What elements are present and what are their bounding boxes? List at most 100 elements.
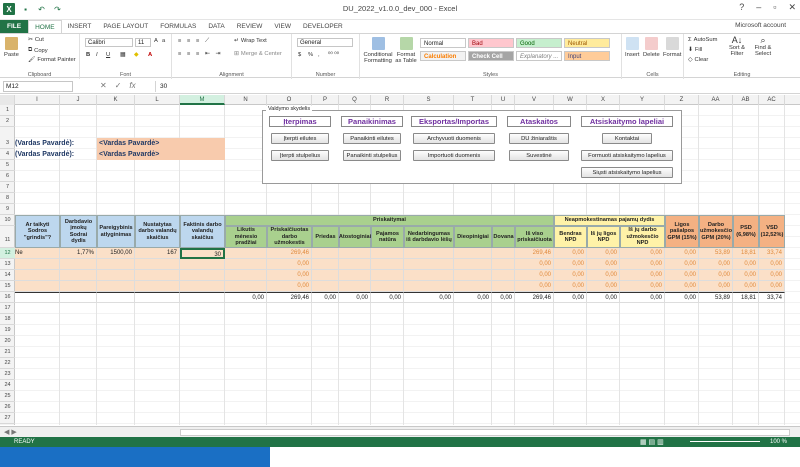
- table-cell[interactable]: 0,00: [404, 292, 454, 303]
- table-cell[interactable]: [180, 259, 225, 270]
- table-cell[interactable]: [135, 259, 180, 270]
- clear-button[interactable]: ◇ Clear: [688, 57, 708, 63]
- table-cell[interactable]: [404, 248, 454, 259]
- table-cell[interactable]: 0,00: [733, 259, 759, 270]
- tab-page-layout[interactable]: PAGE LAYOUT: [97, 20, 154, 33]
- table-cell[interactable]: [312, 259, 339, 270]
- insert-cells-button[interactable]: Insert: [625, 37, 640, 58]
- table-cell[interactable]: 0,00: [371, 292, 404, 303]
- table-cell[interactable]: 0,00: [554, 281, 587, 292]
- vertical-align-icons[interactable]: ≡ ≡ ≡ ⟋: [178, 38, 211, 45]
- table-cell[interactable]: [404, 270, 454, 281]
- column-header[interactable]: P: [312, 95, 339, 105]
- minimize-icon[interactable]: –: [756, 2, 761, 13]
- table-cell[interactable]: [339, 259, 371, 270]
- tab-data[interactable]: DATA: [202, 20, 230, 33]
- table-cell[interactable]: [180, 270, 225, 281]
- table-cell[interactable]: 33,74: [759, 292, 785, 303]
- row-header[interactable]: 2: [0, 116, 15, 127]
- table-cell[interactable]: [60, 292, 97, 303]
- number-format-combo[interactable]: General: [297, 38, 353, 47]
- autosum-button[interactable]: Σ AutoSum: [688, 37, 717, 43]
- account-link[interactable]: Microsoft account: [735, 22, 786, 29]
- table-cell[interactable]: 0,00: [699, 281, 733, 292]
- column-header[interactable]: M: [180, 95, 225, 105]
- panel-button[interactable]: Importuoti duomenis: [413, 150, 495, 161]
- table-cell[interactable]: 0,00: [759, 259, 785, 270]
- table-cell[interactable]: [339, 270, 371, 281]
- style-explanatory[interactable]: Explanatory ...: [516, 51, 562, 61]
- table-cell[interactable]: 0,00: [554, 259, 587, 270]
- row-header[interactable]: 27: [0, 413, 15, 424]
- table-cell[interactable]: [15, 259, 60, 270]
- style-neutral[interactable]: Neutral: [564, 38, 610, 48]
- table-cell[interactable]: 0,00: [515, 259, 554, 270]
- find-select-button[interactable]: ⌕ Find & Select: [752, 36, 774, 58]
- table-cell[interactable]: [60, 270, 97, 281]
- style-normal[interactable]: Normal: [420, 38, 466, 48]
- column-header[interactable]: L: [135, 95, 180, 105]
- row-header[interactable]: 14: [0, 270, 15, 281]
- name-value-cell[interactable]: <Vardas Pavardė>: [97, 149, 225, 160]
- row-header[interactable]: 8: [0, 193, 15, 204]
- column-header[interactable]: S: [404, 95, 454, 105]
- percent-button[interactable]: %: [308, 52, 313, 58]
- column-header[interactable]: Y: [620, 95, 665, 105]
- table-cell[interactable]: 0,00: [587, 259, 620, 270]
- row-header[interactable]: 4: [0, 149, 15, 160]
- table-cell[interactable]: [454, 270, 492, 281]
- row-header[interactable]: 5: [0, 160, 15, 171]
- row-header[interactable]: 23: [0, 369, 15, 380]
- currency-icon[interactable]: $: [298, 52, 301, 58]
- column-header[interactable]: N: [225, 95, 267, 105]
- table-cell[interactable]: 167: [135, 248, 180, 259]
- table-cell[interactable]: 0,00: [554, 270, 587, 281]
- table-cell[interactable]: [135, 270, 180, 281]
- tab-view[interactable]: VIEW: [268, 20, 297, 33]
- table-cell[interactable]: 0,00: [759, 270, 785, 281]
- column-header[interactable]: T: [454, 95, 492, 105]
- panel-button[interactable]: Formuoti atsiskaitymo lapelius: [581, 150, 673, 161]
- table-cell[interactable]: [180, 281, 225, 292]
- table-cell[interactable]: 0,00: [665, 259, 699, 270]
- horizontal-scrollbar[interactable]: [180, 429, 790, 436]
- column-header[interactable]: K: [97, 95, 135, 105]
- table-cell[interactable]: [60, 259, 97, 270]
- paste-button[interactable]: Paste: [4, 37, 19, 58]
- table-cell[interactable]: 0,00: [587, 292, 620, 303]
- table-cell[interactable]: 0,00: [665, 270, 699, 281]
- row-header[interactable]: 21: [0, 347, 15, 358]
- maximize-icon[interactable]: ▫: [773, 2, 776, 13]
- table-cell[interactable]: 0,00: [312, 292, 339, 303]
- table-cell[interactable]: 0,00: [665, 248, 699, 259]
- conditional-formatting-button[interactable]: Conditional Formatting: [364, 37, 393, 64]
- view-icons[interactable]: ▦ ▤ ▥: [640, 438, 664, 446]
- help-icon[interactable]: ?: [739, 2, 744, 13]
- table-cell[interactable]: [15, 281, 60, 292]
- table-cell[interactable]: 0,00: [225, 292, 267, 303]
- insert-function-icon[interactable]: fx: [129, 81, 135, 90]
- name-value-cell[interactable]: <Vardas Pavardė>: [97, 138, 225, 149]
- table-cell[interactable]: [492, 281, 515, 292]
- table-cell[interactable]: [339, 281, 371, 292]
- row-header[interactable]: 1: [0, 105, 15, 116]
- table-cell[interactable]: [97, 292, 135, 303]
- table-cell[interactable]: Ne: [15, 248, 60, 259]
- tab-file[interactable]: FILE: [0, 20, 29, 33]
- row-header[interactable]: 26: [0, 402, 15, 413]
- tab-review[interactable]: REVIEW: [231, 20, 269, 33]
- grow-font-icon[interactable]: A: [154, 38, 158, 44]
- table-cell[interactable]: [454, 281, 492, 292]
- tab-home[interactable]: HOME: [28, 20, 62, 33]
- table-cell[interactable]: [225, 248, 267, 259]
- table-cell[interactable]: [312, 248, 339, 259]
- table-cell[interactable]: [135, 292, 180, 303]
- row-header[interactable]: 17: [0, 303, 15, 314]
- table-cell[interactable]: 0,00: [587, 281, 620, 292]
- style-check-cell[interactable]: Check Cell: [468, 51, 514, 61]
- table-cell[interactable]: [225, 259, 267, 270]
- table-cell[interactable]: [60, 281, 97, 292]
- row-header[interactable]: 22: [0, 358, 15, 369]
- table-cell[interactable]: 0,00: [759, 281, 785, 292]
- panel-button[interactable]: Įterpti eilutes: [271, 133, 329, 144]
